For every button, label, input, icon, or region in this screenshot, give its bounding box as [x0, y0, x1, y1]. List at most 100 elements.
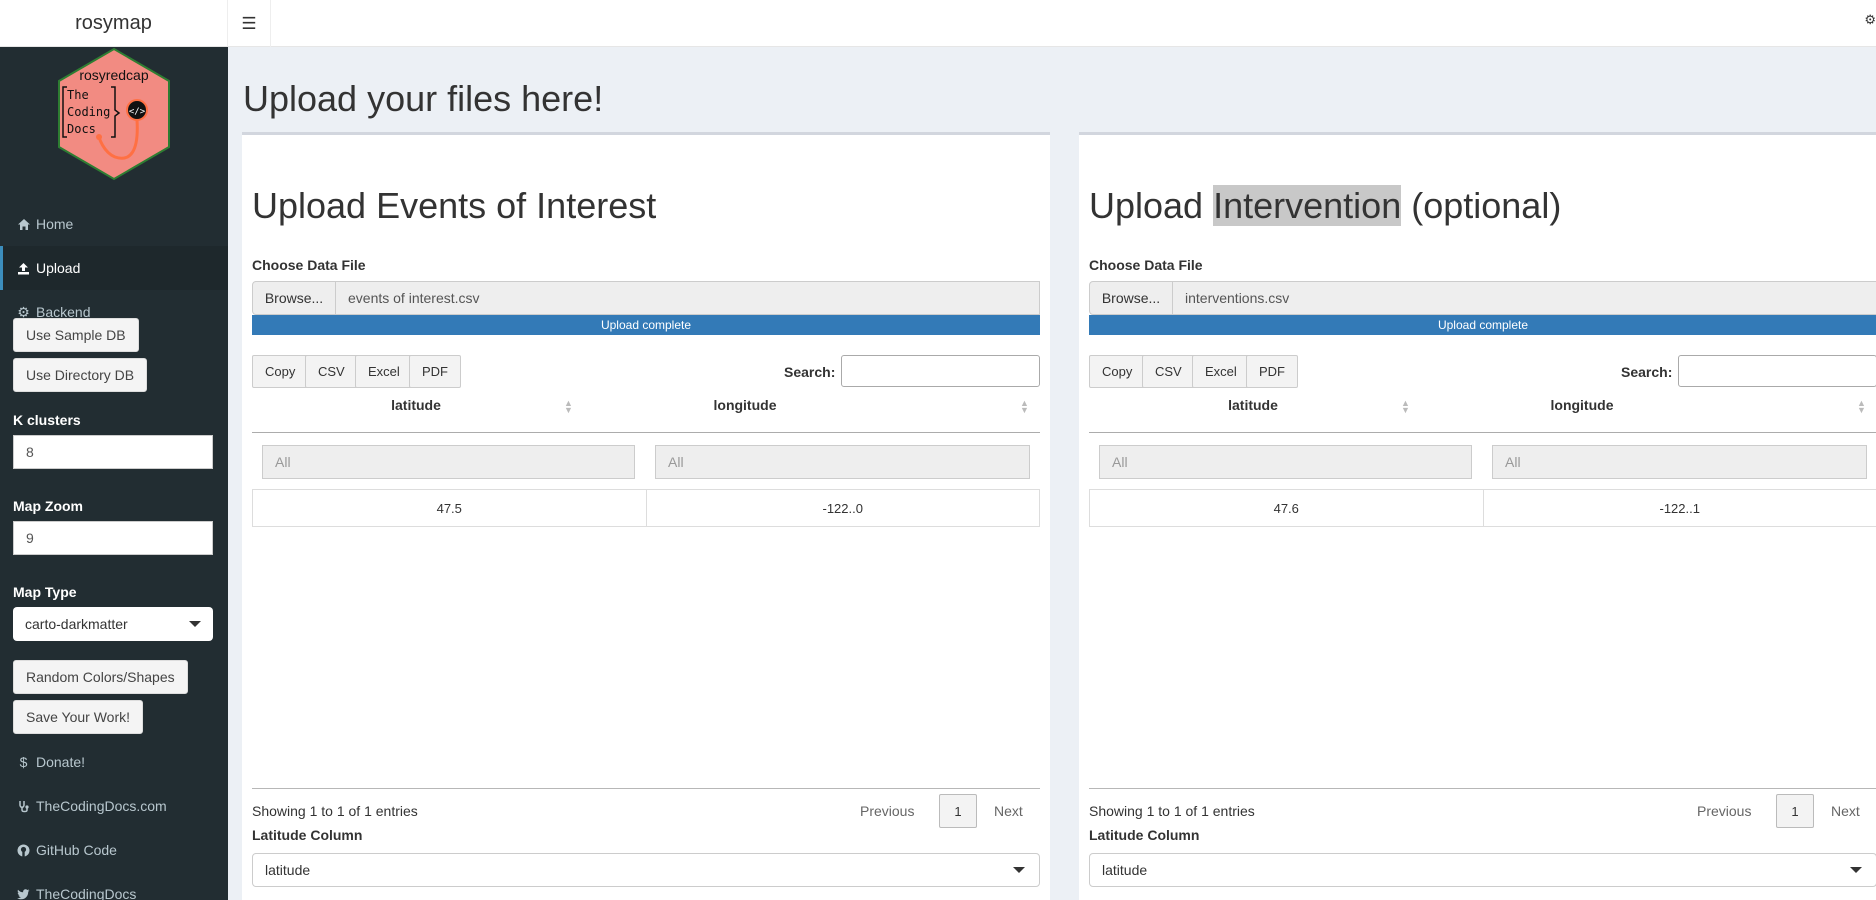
svg-text:</>: </> — [129, 107, 146, 117]
pagination-next[interactable]: Next — [994, 803, 1023, 819]
excel-button[interactable]: Excel — [355, 355, 413, 388]
footer-divider — [252, 788, 1040, 789]
header-divider — [1089, 432, 1876, 433]
use-sample-db-button[interactable]: Use Sample DB — [13, 318, 139, 352]
latitude-filter-input[interactable]: All — [1099, 445, 1472, 479]
caret-down-icon — [1013, 867, 1025, 873]
column-header-latitude[interactable]: latitude — [252, 397, 580, 427]
upload-progress-bar: Upload complete — [1089, 315, 1876, 335]
search-label: Search: — [784, 364, 836, 380]
sidebar-item-label: Upload — [36, 260, 81, 276]
sidebar-link-label: TheCodingDocs — [36, 886, 137, 900]
excel-button[interactable]: Excel — [1192, 355, 1250, 388]
sort-icon[interactable]: ▲ ▼ — [1857, 399, 1866, 415]
panel-title-text: Upload — [1089, 185, 1214, 226]
table-cell: 47.5 — [436, 500, 462, 516]
sidebar-link-github[interactable]: GitHub Code — [0, 828, 228, 872]
sidebar-item-home[interactable]: Home — [0, 202, 228, 246]
map-zoom-input[interactable]: 9 — [13, 521, 213, 555]
copy-button[interactable]: Copy — [1089, 355, 1146, 388]
top-navbar: ☰ ⚙ — [228, 0, 1876, 47]
longitude-filter-input[interactable]: All — [1492, 445, 1867, 479]
column-header-longitude[interactable]: longitude — [1417, 397, 1747, 427]
search-input[interactable] — [1678, 355, 1876, 387]
pagination-previous[interactable]: Previous — [1697, 803, 1751, 819]
latitude-column-select[interactable]: latitude — [252, 853, 1040, 887]
pdf-button[interactable]: PDF — [409, 355, 461, 388]
file-input[interactable]: Browse... interventions.csv — [1089, 281, 1876, 315]
sidebar: rosyredcap The Coding Docs </> Home Uplo… — [0, 47, 228, 900]
latitude-column-label: Latitude Column — [252, 827, 363, 843]
header-divider — [252, 432, 1040, 433]
app-title[interactable]: rosymap — [0, 0, 228, 47]
logo-badge-line-1: The — [67, 88, 89, 102]
table-cell: -122..0 — [645, 490, 1040, 526]
pagination-page-1[interactable]: 1 — [939, 794, 977, 828]
pagination-page-1[interactable]: 1 — [1776, 794, 1814, 828]
map-type-value: carto-darkmatter — [25, 616, 128, 632]
column-header-longitude[interactable]: longitude — [580, 397, 910, 427]
sort-icon[interactable]: ▲ ▼ — [1401, 399, 1410, 415]
sidebar-link-donate[interactable]: $ Donate! — [0, 740, 228, 784]
search-input[interactable] — [841, 355, 1040, 387]
file-name-field[interactable]: events of interest.csv — [336, 281, 1040, 315]
logo-badge-line-2: Coding — [67, 105, 110, 119]
panel-title-suffix: (optional) — [1401, 185, 1562, 226]
caret-down-icon — [189, 621, 201, 627]
table-info: Showing 1 to 1 of 1 entries — [252, 803, 418, 819]
hamburger-icon[interactable]: ☰ — [228, 0, 271, 47]
footer-divider — [1089, 788, 1876, 789]
use-directory-db-button[interactable]: Use Directory DB — [13, 358, 148, 392]
k-clusters-label: K clusters — [13, 412, 81, 428]
copy-button[interactable]: Copy — [252, 355, 309, 388]
file-name-field[interactable]: interventions.csv — [1173, 281, 1876, 315]
sidebar-link-twitter[interactable]: TheCodingDocs — [0, 872, 228, 900]
dollar-icon: $ — [19, 754, 28, 770]
stethoscope-icon — [15, 800, 32, 813]
map-type-select[interactable]: carto-darkmatter — [13, 607, 213, 641]
upload-intervention-panel: Upload Intervention (optional) Choose Da… — [1079, 132, 1876, 900]
csv-button[interactable]: CSV — [1142, 355, 1195, 388]
column-header-latitude[interactable]: latitude — [1089, 397, 1417, 427]
latitude-column-value: latitude — [1102, 862, 1148, 878]
panel-title-text: Upload Events of Interest — [252, 185, 657, 226]
upload-events-panel: Upload Events of Interest Choose Data Fi… — [242, 132, 1050, 900]
map-type-label: Map Type — [13, 584, 77, 600]
csv-button[interactable]: CSV — [305, 355, 358, 388]
gear-icon[interactable]: ⚙ — [1864, 12, 1876, 28]
panel-title: Upload Events of Interest — [252, 185, 656, 227]
latitude-column-select[interactable]: latitude — [1089, 853, 1876, 887]
logo-badge-line-3: Docs — [67, 122, 96, 136]
latitude-column-label: Latitude Column — [1089, 827, 1200, 843]
longitude-filter-input[interactable]: All — [655, 445, 1030, 479]
table-row[interactable]: 47.5 -122..0 — [252, 489, 1040, 527]
sort-icon[interactable]: ▲ ▼ — [1020, 399, 1029, 415]
choose-file-label: Choose Data File — [1089, 257, 1203, 273]
latitude-column-value: latitude — [265, 862, 311, 878]
upload-icon — [15, 262, 32, 275]
twitter-icon — [15, 888, 32, 900]
sort-icon[interactable]: ▲ ▼ — [564, 399, 573, 415]
map-zoom-label: Map Zoom — [13, 498, 83, 514]
table-info: Showing 1 to 1 of 1 entries — [1089, 803, 1255, 819]
rosyredcap-logo: rosyredcap The Coding Docs </> — [58, 47, 170, 181]
browse-button[interactable]: Browse... — [1089, 281, 1173, 315]
file-input[interactable]: Browse... events of interest.csv — [252, 281, 1040, 315]
caret-down-icon — [1850, 867, 1862, 873]
save-work-button[interactable]: Save Your Work! — [13, 700, 144, 734]
k-clusters-input[interactable]: 8 — [13, 435, 213, 469]
pagination-previous[interactable]: Previous — [860, 803, 914, 819]
sidebar-item-upload[interactable]: Upload — [0, 246, 228, 290]
sidebar-link-label: GitHub Code — [36, 842, 117, 858]
browse-button[interactable]: Browse... — [252, 281, 336, 315]
upload-progress-bar: Upload complete — [252, 315, 1040, 335]
random-colors-button[interactable]: Random Colors/Shapes — [13, 660, 188, 694]
latitude-filter-input[interactable]: All — [262, 445, 635, 479]
sidebar-link-codingdocs-site[interactable]: TheCodingDocs.com — [0, 784, 228, 828]
page-title: Upload your files here! — [243, 78, 604, 119]
pagination-next[interactable]: Next — [1831, 803, 1860, 819]
panel-title-highlight: Intervention — [1213, 185, 1402, 226]
table-row[interactable]: 47.6 -122..1 — [1089, 489, 1876, 527]
home-icon — [15, 218, 32, 231]
pdf-button[interactable]: PDF — [1246, 355, 1298, 388]
